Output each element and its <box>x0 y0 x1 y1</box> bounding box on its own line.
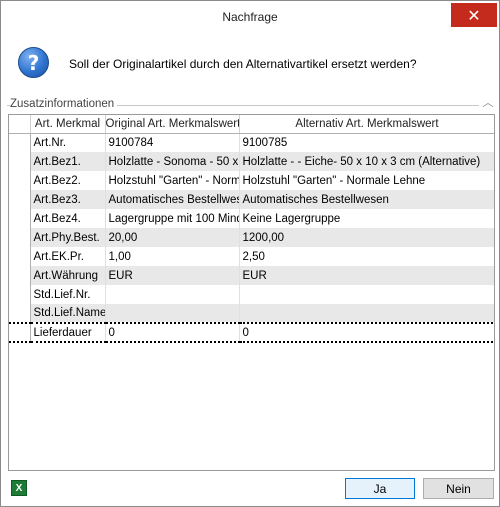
window-title: Nachfrage <box>222 10 278 24</box>
properties-grid[interactable]: Art. Merkmal Original Art. Merkmalswert … <box>8 114 495 471</box>
row-selector[interactable] <box>9 190 31 209</box>
cell-merkmal: Std.Lief.Name1 <box>30 304 106 323</box>
yes-button[interactable]: Ja <box>345 478 415 499</box>
cell-alternativ: 0 <box>239 322 494 343</box>
cell-original: 0 <box>105 322 240 343</box>
row-selector[interactable] <box>9 304 31 323</box>
row-selector[interactable] <box>9 133 31 152</box>
title-bar: Nachfrage ✕ <box>1 1 499 31</box>
cell-merkmal: Art.Nr. <box>30 133 106 152</box>
table-row[interactable]: Art.Phy.Best. 20,00 1200,00 <box>9 228 494 247</box>
cell-alternativ <box>239 304 494 323</box>
close-button[interactable]: ✕ <box>451 3 497 27</box>
table-row[interactable]: Art.Bez2. Holzstuhl "Garten" - Normale H… <box>9 171 494 190</box>
row-selector[interactable] <box>9 171 31 190</box>
table-row[interactable]: Art.Nr. 9100784 9100785 <box>9 133 494 152</box>
collapse-icon[interactable]: ︿ <box>482 98 494 109</box>
table-row[interactable]: Art.EK.Pr. 1,00 2,50 <box>9 247 494 266</box>
cell-merkmal: Art.Phy.Best. <box>30 228 106 247</box>
row-selector[interactable] <box>9 228 31 247</box>
cell-alternativ: Holzstuhl "Garten" - Normale Lehne <box>239 171 494 190</box>
cell-alternativ: Automatisches Bestellwesen <box>239 190 494 209</box>
cell-original: Automatisches Bestellwesen <box>105 190 240 209</box>
row-selector[interactable] <box>9 247 31 266</box>
cell-alternativ: Holzlatte - - Eiche- 50 x 10 x 3 cm (Alt… <box>239 152 494 171</box>
cell-original: Lagergruppe mit 100 Mindest <box>105 209 240 228</box>
dialog-window: Nachfrage ✕ ? Soll der Originalartikel d… <box>0 0 500 507</box>
cell-alternativ <box>239 285 494 304</box>
cell-alternativ: Keine Lagergruppe <box>239 209 494 228</box>
close-icon: ✕ <box>467 5 481 25</box>
column-header-original[interactable]: Original Art. Merkmalswert <box>105 115 240 134</box>
question-text: Soll der Originalartikel durch den Alter… <box>69 57 417 71</box>
table-row[interactable]: Art.Bez1. Holzlatte - Sonoma - 50 x 10 H… <box>9 152 494 171</box>
table-row[interactable]: Std.Lief.Nr. <box>9 285 494 304</box>
table-header-row: Art. Merkmal Original Art. Merkmalswert … <box>9 115 494 134</box>
row-selector[interactable] <box>9 209 31 228</box>
row-selector[interactable] <box>9 285 31 304</box>
cell-alternativ: 1200,00 <box>239 228 494 247</box>
cell-original: 9100784 <box>105 133 240 152</box>
cell-merkmal: Art.EK.Pr. <box>30 247 106 266</box>
table-row[interactable]: Art.Bez4. Lagergruppe mit 100 Mindest Ke… <box>9 209 494 228</box>
excel-export-icon[interactable]: X <box>11 480 27 496</box>
no-button[interactable]: Nein <box>423 478 494 499</box>
cell-merkmal: Art.Währung <box>30 266 106 285</box>
column-header-merkmal[interactable]: Art. Merkmal <box>30 115 106 134</box>
table-row-active[interactable]: Lieferdauer 0 0 <box>9 322 494 343</box>
cell-merkmal: Art.Bez4. <box>30 209 106 228</box>
cell-merkmal: Art.Bez2. <box>30 171 106 190</box>
cell-alternativ: 2,50 <box>239 247 494 266</box>
cell-original <box>105 285 240 304</box>
cell-alternativ: 9100785 <box>239 133 494 152</box>
row-selector[interactable] <box>9 266 31 285</box>
cell-original: EUR <box>105 266 240 285</box>
cell-original: 20,00 <box>105 228 240 247</box>
row-selector[interactable] <box>9 322 31 343</box>
table-row[interactable]: Art.Währung EUR EUR <box>9 266 494 285</box>
cell-original: Holzstuhl "Garten" - Normale <box>105 171 240 190</box>
cell-merkmal: Lieferdauer <box>30 322 106 343</box>
cell-merkmal: Std.Lief.Nr. <box>30 285 106 304</box>
question-icon: ? <box>18 47 49 78</box>
cell-original: 1,00 <box>105 247 240 266</box>
group-label: Zusatzinformationen <box>10 98 118 110</box>
cell-alternativ: EUR <box>239 266 494 285</box>
row-selector-header <box>9 115 31 134</box>
cell-merkmal: Art.Bez3. <box>30 190 106 209</box>
column-header-alternativ[interactable]: Alternativ Art. Merkmalswert <box>239 115 494 134</box>
cell-merkmal: Art.Bez1. <box>30 152 106 171</box>
table-row[interactable]: Art.Bez3. Automatisches Bestellwesen Aut… <box>9 190 494 209</box>
cell-original <box>105 304 240 323</box>
row-selector[interactable] <box>9 152 31 171</box>
cell-original: Holzlatte - Sonoma - 50 x 10 <box>105 152 240 171</box>
properties-table: Art. Merkmal Original Art. Merkmalswert … <box>9 115 494 343</box>
table-row[interactable]: Std.Lief.Name1 <box>9 304 494 323</box>
